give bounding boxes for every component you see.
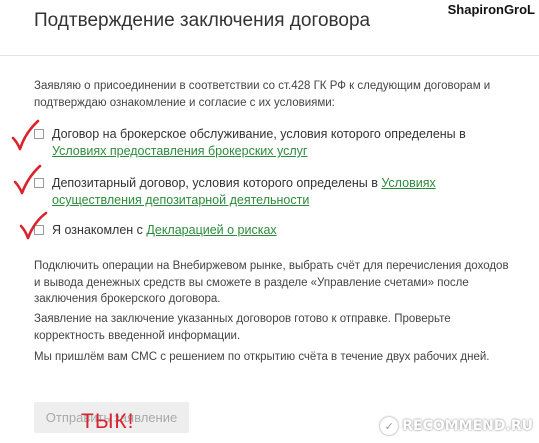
annotation-tyk: ТЫК! bbox=[81, 410, 135, 433]
author-watermark: ShapironGroL bbox=[447, 2, 535, 17]
page-title: Подтверждение заключения договора bbox=[34, 10, 371, 31]
site-watermark: ✓ RECOMMEND.RU bbox=[380, 415, 533, 437]
option-label: Договор на брокерское обслуживание, усло… bbox=[52, 127, 466, 158]
option-label: Депозитарный договор, условия которого о… bbox=[52, 176, 436, 207]
risk-declaration-link[interactable]: Декларацией о рисках bbox=[146, 223, 276, 237]
annotation-checkmark-icon bbox=[13, 164, 42, 195]
info-paragraph-ready: Заявление на заключение указанных догово… bbox=[34, 313, 451, 342]
header-divider bbox=[0, 55, 539, 56]
annotation-checkmark-icon bbox=[19, 211, 48, 240]
site-watermark-text: RECOMMEND.RU bbox=[402, 418, 533, 434]
intro-text: Заявляю о присоединении в соответствии с… bbox=[34, 80, 491, 109]
info-paragraph-sms: Мы пришлём вам СМС с решением по открыти… bbox=[34, 351, 490, 363]
annotation-checkmark-icon bbox=[11, 119, 40, 151]
info-paragraph-external-market: Подключить операции на Внебиржевом рынке… bbox=[34, 260, 509, 305]
option-label: Я ознакомлен с Декларацией о рисках bbox=[52, 223, 277, 237]
recommend-logo-icon: ✓ bbox=[380, 417, 399, 435]
contract-confirmation-card: Подтверждение заключения договора Shapir… bbox=[0, 0, 539, 443]
brokerage-terms-link[interactable]: Условиях предоставления брокерских услуг bbox=[52, 144, 307, 158]
